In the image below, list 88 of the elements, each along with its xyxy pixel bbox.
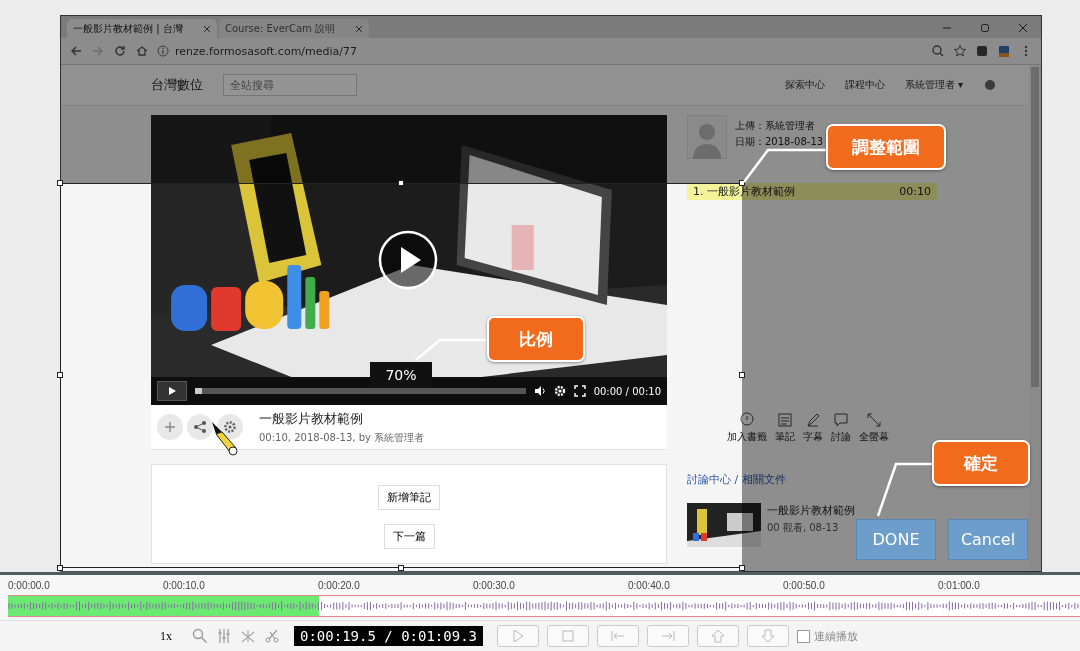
url-text: renze.formosasoft.com/media/77 [175,44,358,58]
page-button[interactable]: 新增筆記 [378,485,440,510]
chapter-time: 00:10 [899,185,931,198]
settings-icon[interactable] [553,385,566,397]
restore-icon[interactable] [979,22,991,34]
crop-handle[interactable] [739,372,745,378]
scrollbar-thumb[interactable] [1031,67,1039,387]
video-title: 一般影片教材範例 [259,409,364,428]
callout: 調整範圍 [826,124,946,170]
cancel-button[interactable]: Cancel [948,519,1028,560]
pen-icon [805,412,821,428]
nav-link[interactable]: 課程中心 [844,78,885,92]
reload-icon[interactable] [113,44,127,58]
comment-icon [833,412,849,428]
fullscreen-icon[interactable] [573,385,586,397]
crop-handle[interactable] [739,565,745,571]
nav-link[interactable]: 探索中心 [784,78,825,92]
extension-icon[interactable] [975,44,989,58]
uploader-text: 上傳：系統管理者 [735,119,816,133]
tool-label: 筆記 [775,430,795,444]
nav-link[interactable]: 系統管理者 ▾ [904,78,963,92]
bookmark-icon [739,412,755,428]
time-tick: 0:00:10.0 [163,579,206,591]
zoom-icon[interactable] [192,628,208,644]
time-tick: 0:00:40.0 [628,579,671,591]
browser-tab[interactable]: 一般影片教材範例 | 台灣 [67,19,217,38]
tool-label: 討論 [831,430,851,444]
time-tick: 0:00:00.0 [8,579,51,591]
search-field[interactable]: 全站搜尋 [223,74,357,96]
time-tick: 0:00:20.0 [318,579,361,591]
extension-icon[interactable] [997,44,1011,58]
crop-handle[interactable] [398,565,404,571]
browser-tab[interactable]: Course: EverCam 說明 [219,19,369,38]
plus-icon [163,420,177,434]
related-meta: 00 觀看, 08-13 [767,521,840,535]
speed-label[interactable]: 1x [160,628,172,644]
address-field[interactable]: renze.formosasoft.com/media/77 [157,41,923,61]
settings-icon [223,420,237,434]
time-tick: 0:00:30.0 [473,579,516,591]
time-tick: 0:01:00.0 [938,579,981,591]
time-display: 0:00:19.5 / 0:01:09.3 [294,626,483,646]
play-button[interactable] [157,381,187,401]
volume-icon[interactable] [533,385,546,397]
close-icon[interactable] [1017,22,1029,34]
notes-icon [777,412,793,428]
fullscreen-icon [866,412,882,428]
breadcrumb[interactable]: 討論中心 / 相關文件 [687,472,786,487]
continuous-checkbox[interactable]: 連續播放 [797,628,858,644]
related-title[interactable]: 一般影片教材範例 [767,503,855,518]
sliders-icon[interactable] [216,628,232,644]
close-icon[interactable] [355,24,363,33]
page-button[interactable]: 下一篇 [383,524,435,549]
avatar-icon [687,115,727,159]
tool-label: 加入書籤 [727,430,767,444]
done-button[interactable]: DONE [856,519,936,560]
leader-line [876,462,932,517]
previous-mark-icon [610,628,626,644]
crop-handle[interactable] [398,180,404,186]
crop-handle[interactable] [739,180,745,186]
video-time: 00:00 / 00:10 [593,385,661,397]
star-icon[interactable] [953,44,967,58]
info-icon[interactable] [157,45,169,57]
crop-handle[interactable] [57,565,63,571]
site-logo[interactable]: 台灣數位 [151,76,203,94]
home-icon[interactable] [135,44,149,58]
callout: 比例 [487,316,585,362]
progress-bar[interactable] [195,388,526,394]
tool-label: 字幕 [803,430,823,444]
crop-handle[interactable] [57,372,63,378]
play-icon [167,386,177,396]
video-meta: 00:10, 2018-08-13, by 系統管理者 [259,430,425,445]
up-arrow-icon [710,628,726,644]
callout: 確定 [932,440,1030,486]
tool-label: 全螢幕 [859,430,889,444]
next-mark-icon [660,628,676,644]
leader-line [415,338,487,361]
stop-icon [560,628,576,644]
date-text: 日期：2018-08-13 [735,135,824,149]
search-icon[interactable] [931,44,945,58]
back-icon[interactable] [69,44,83,58]
close-icon[interactable] [203,24,211,33]
scrollbar[interactable] [1029,65,1041,571]
time-tick: 0:00:50.0 [783,579,826,591]
play-icon [510,628,526,644]
share-icon [193,420,207,434]
crop-handle[interactable] [57,180,63,186]
share-button[interactable] [187,414,213,440]
down-arrow-icon [760,628,776,644]
